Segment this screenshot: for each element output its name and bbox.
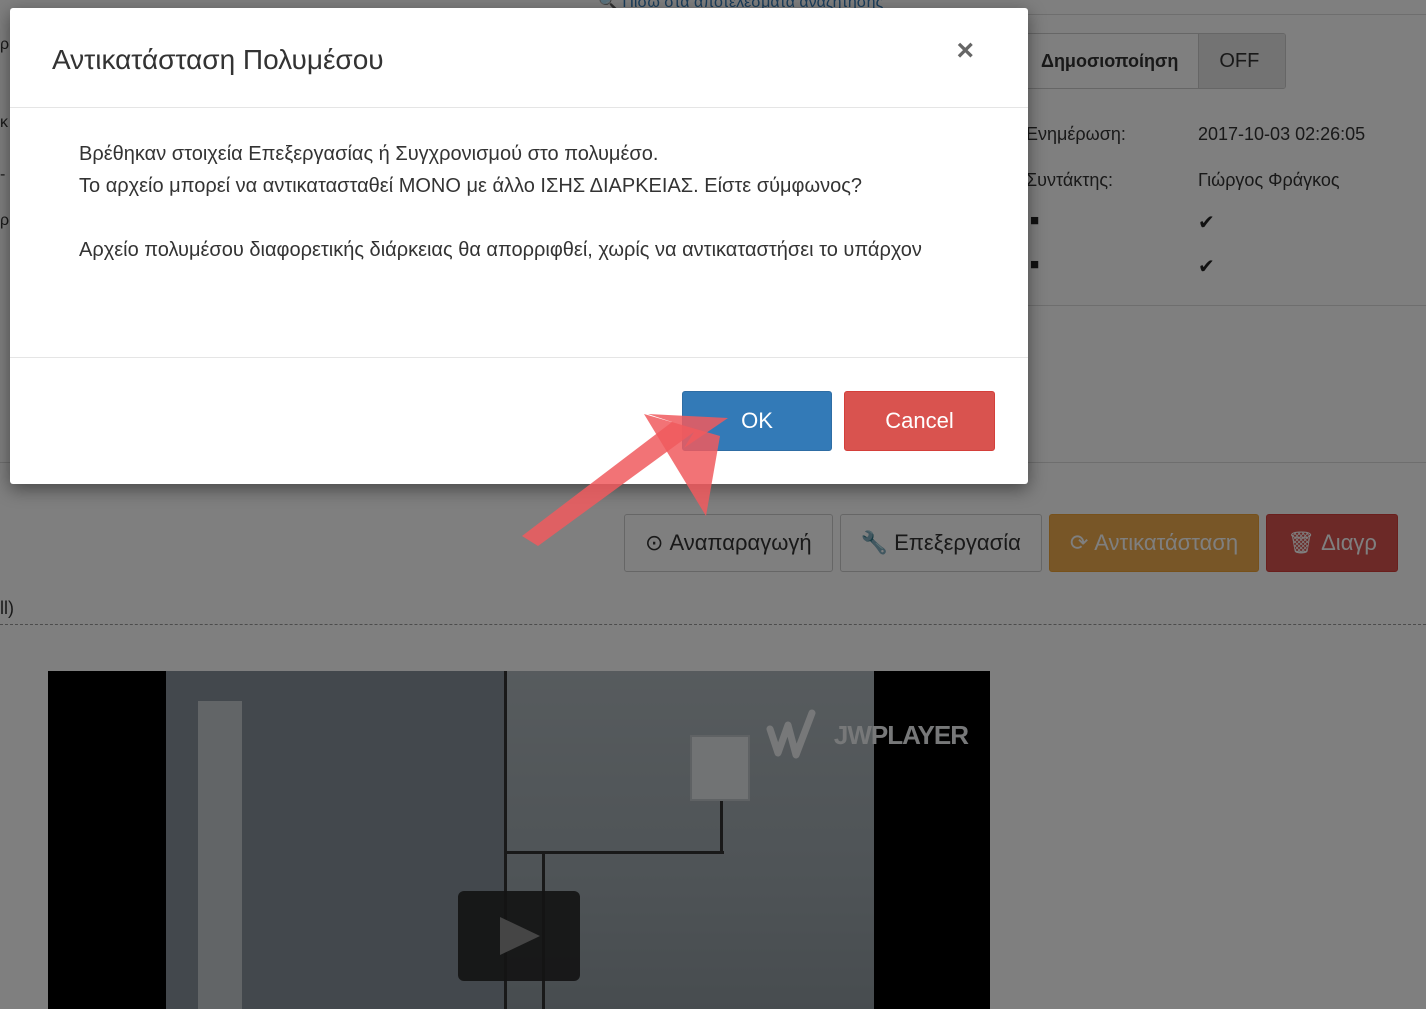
modal-body: Βρέθηκαν στοιχεία Επεξεργασίας ή Συγχρον… (10, 108, 1028, 358)
cancel-button[interactable]: Cancel (844, 391, 995, 451)
modal-footer: OK Cancel (10, 358, 1028, 484)
replace-media-dialog: Αντικατάσταση Πολυμέσου × Βρέθηκαν στοιχ… (10, 8, 1028, 484)
modal-warning: Αρχείο πολυμέσου διαφορετικής διάρκειας … (79, 239, 922, 261)
close-icon[interactable]: × (956, 34, 974, 68)
modal-title: Αντικατάσταση Πολυμέσου (52, 44, 384, 75)
modal-message: Βρέθηκαν στοιχεία Επεξεργασίας ή Συγχρον… (79, 143, 863, 197)
ok-button[interactable]: OK (682, 391, 832, 451)
modal-header: Αντικατάσταση Πολυμέσου × (10, 8, 1028, 108)
